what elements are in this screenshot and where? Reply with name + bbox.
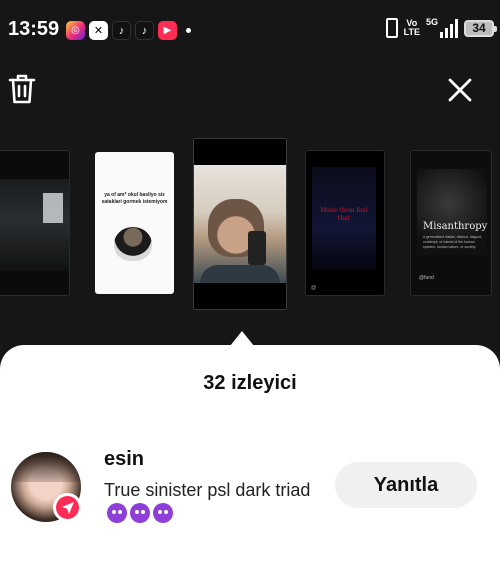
story-thumbnail[interactable]: Misanthropy a generalized dislike, distr… (410, 150, 492, 296)
devil-emoji-icon (153, 503, 173, 523)
viewers-sheet: 32 izleyici esin True sinister psl dark … (0, 345, 500, 561)
close-icon[interactable] (444, 74, 476, 106)
story-caption: ya of am* okul basliyo siz sataklari gor… (101, 192, 168, 205)
viewer-message: True sinister psl dark triad (104, 478, 324, 526)
reply-arrow-icon (53, 493, 82, 522)
viewer-name[interactable]: esin (104, 448, 144, 471)
network-generation: 5G (425, 17, 438, 27)
notification-icons: ◎ ✕ ♪ ♪ ▶ (66, 21, 191, 40)
thumbnail-detail (248, 231, 266, 265)
capcut-icon: ✕ (89, 21, 108, 40)
instagram-icon: ◎ (66, 21, 85, 40)
story-caption: a generalized dislike, distrust, disgust… (423, 235, 482, 249)
volte-bottom: LTE (403, 27, 420, 37)
avatar-detail (11, 452, 81, 482)
battery-level: 34 (472, 21, 486, 35)
thumbnail-image: Make them feel that (312, 167, 376, 269)
system-icons: Vo LTE 5G 34 (385, 17, 497, 38)
tiktok-icon: ♪ (135, 21, 154, 40)
tiktok-icon: ♪ (112, 21, 131, 40)
story-thumbnail[interactable]: ya of am* okul basliyo siz sataklari gor… (95, 152, 174, 294)
volte-icon: Vo LTE (404, 19, 420, 37)
thumbnail-image (114, 227, 152, 261)
clock: 13:59 (8, 18, 60, 40)
thumbnail-detail (200, 265, 280, 283)
story-handle: @fund (419, 275, 434, 281)
viewer-message-text: True sinister psl dark triad (104, 480, 311, 500)
story-thumbnail[interactable] (0, 150, 70, 296)
story-thumbnail[interactable]: Make them feel that @ (305, 150, 385, 296)
battery-icon: 34 (464, 19, 497, 37)
thumbnail-image (194, 165, 286, 283)
viewer-row[interactable]: esin True sinister psl dark triad Yanıtl… (0, 440, 500, 530)
vibrate-icon (385, 18, 398, 38)
trash-icon[interactable] (6, 72, 38, 106)
story-handle: @ (311, 285, 317, 291)
reply-button[interactable]: Yanıtla (335, 462, 477, 508)
sheet-pointer (230, 331, 254, 346)
story-strip: ya of am* okul basliyo siz sataklari gor… (0, 134, 500, 314)
devil-emoji-icon (107, 503, 127, 523)
story-title: Misanthropy (423, 221, 488, 232)
devil-emoji-icon (130, 503, 150, 523)
signal-icon (440, 18, 458, 38)
story-thumbnail-selected[interactable] (193, 138, 287, 310)
thumbnail-detail (43, 193, 63, 223)
status-bar: 13:59 ◎ ✕ ♪ ♪ ▶ Vo LTE 5G 34 (0, 0, 500, 60)
story-caption: Make them feel that (320, 207, 368, 222)
viewer-count: 32 izleyici (203, 372, 297, 394)
more-notifications-dot (186, 28, 191, 33)
video-app-icon: ▶ (158, 21, 177, 40)
